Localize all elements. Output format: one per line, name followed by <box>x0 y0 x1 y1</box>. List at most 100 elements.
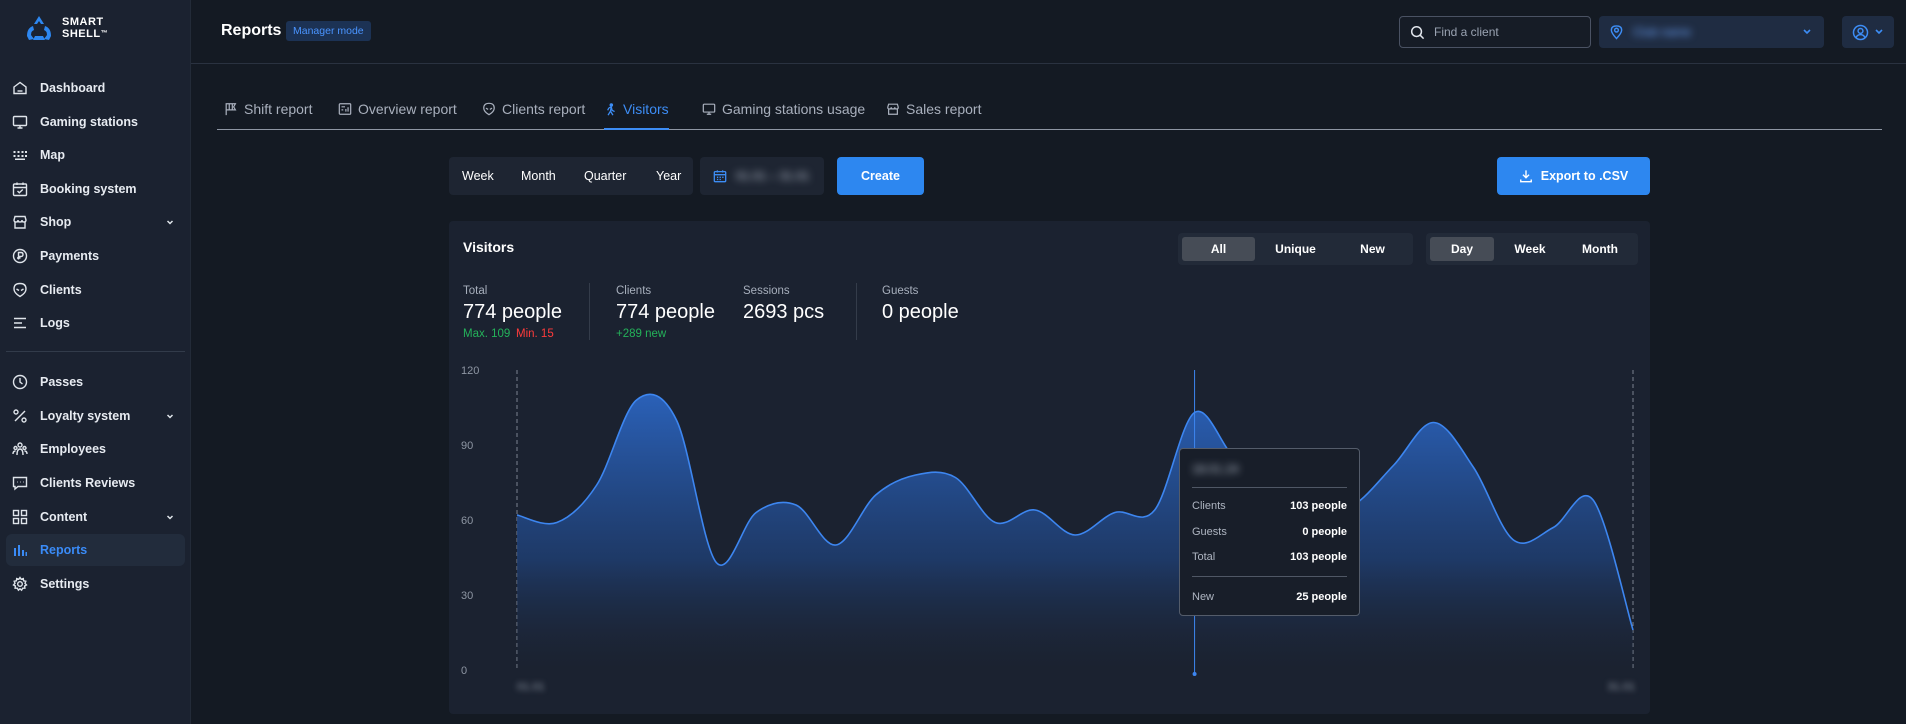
data-point[interactable] <box>1630 627 1636 633</box>
period-week-button[interactable]: Week <box>462 157 494 195</box>
tooltip-divider <box>1192 576 1347 577</box>
tooltip-row-value: 25 people <box>1296 591 1347 603</box>
tab-sales-report[interactable]: Sales report <box>886 92 981 129</box>
data-point[interactable] <box>873 492 879 498</box>
data-point[interactable] <box>1152 507 1158 513</box>
brand-tm: ™ <box>100 30 109 37</box>
calendar-check-icon <box>12 182 28 196</box>
sidebar-item-logs[interactable]: Logs <box>6 307 185 339</box>
data-point[interactable] <box>594 482 600 488</box>
data-point[interactable] <box>1510 537 1516 543</box>
data-point[interactable] <box>554 520 560 526</box>
period-quarter-button[interactable]: Quarter <box>584 157 626 195</box>
sidebar-item-label: Clients Reviews <box>40 475 136 490</box>
data-point[interactable] <box>1072 532 1078 538</box>
period-selector: Week Month Quarter Year <box>449 157 693 195</box>
data-point[interactable] <box>793 502 799 508</box>
data-point[interactable] <box>1192 410 1198 416</box>
chevron-down-icon <box>166 220 174 225</box>
sidebar-item-label: Content <box>40 509 88 524</box>
data-point[interactable] <box>634 397 640 403</box>
club-selector[interactable]: Club name <box>1599 16 1824 48</box>
gear-icon <box>12 575 28 592</box>
sidebar-item-clients[interactable]: Clients <box>6 274 185 306</box>
store-icon <box>13 216 27 230</box>
period-month-button[interactable]: Month <box>521 157 556 195</box>
report-icon <box>338 103 352 115</box>
tooltip-row-total: Total 103 people <box>1192 551 1347 563</box>
walking-person-icon <box>607 103 615 116</box>
y-tick-label: 0 <box>461 665 467 677</box>
data-point[interactable] <box>514 512 520 518</box>
sidebar-item-label: Logs <box>40 316 70 331</box>
data-point[interactable] <box>673 417 679 423</box>
sidebar-item-dashboard[interactable]: Dashboard <box>6 72 185 104</box>
tab-overview-report[interactable]: Overview report <box>338 92 457 129</box>
sidebar-item-gaming-stations[interactable]: Gaming stations <box>6 106 185 138</box>
chevron-down-icon <box>166 414 174 419</box>
sidebar-item-label: Passes <box>40 375 84 390</box>
tab-clients-report[interactable]: Clients report <box>482 92 585 129</box>
tab-shift-report[interactable]: Shift report <box>224 92 312 129</box>
search-input[interactable] <box>1434 17 1584 47</box>
data-point[interactable] <box>1590 497 1596 503</box>
data-point[interactable] <box>1391 462 1397 468</box>
sidebar-item-employees[interactable]: Employees <box>6 433 185 465</box>
sidebar-item-label: Shop <box>40 215 72 230</box>
logo[interactable]: SMART SHELL™ <box>24 14 108 42</box>
data-point[interactable] <box>952 475 958 481</box>
sidebar-nav: Dashboard Gaming stations Map Booking sy… <box>0 72 191 601</box>
monitor-icon <box>12 115 28 129</box>
data-point[interactable] <box>1471 465 1477 471</box>
data-point[interactable] <box>713 560 719 566</box>
client-search[interactable] <box>1399 16 1591 48</box>
data-point[interactable] <box>1431 420 1437 426</box>
data-point[interactable] <box>913 472 919 478</box>
tab-label: Sales report <box>906 101 982 117</box>
sidebar-item-booking-system[interactable]: Booking system <box>6 173 185 205</box>
search-icon <box>1410 25 1425 40</box>
sidebar-item-passes[interactable]: Passes <box>6 366 185 398</box>
sidebar-item-payments[interactable]: Payments <box>6 240 185 272</box>
brand-line-1: SMART <box>62 16 104 28</box>
tab-gaming-stations-usage[interactable]: Gaming stations usage <box>702 92 865 129</box>
data-point[interactable] <box>992 520 998 526</box>
y-tick-label: 120 <box>461 365 479 377</box>
period-year-button[interactable]: Year <box>656 157 681 195</box>
tab-visitors[interactable]: Visitors <box>604 92 669 130</box>
coin-icon <box>12 248 28 264</box>
data-point[interactable] <box>1550 525 1556 531</box>
sidebar-item-clients-reviews[interactable]: Clients Reviews <box>6 467 185 499</box>
app-root: SMART SHELL™ Dashboard Gaming stations M… <box>0 0 1906 724</box>
sidebar-item-loyalty-system[interactable]: Loyalty system <box>6 400 185 432</box>
sidebar-item-reports[interactable]: Reports <box>6 534 185 567</box>
data-point[interactable] <box>833 542 839 548</box>
create-button[interactable]: Create <box>837 157 924 195</box>
sidebar-item-content[interactable]: Content <box>6 501 185 533</box>
sidebar-item-shop[interactable]: Shop <box>6 206 185 238</box>
y-tick-label: 60 <box>461 515 473 527</box>
sidebar-item-settings[interactable]: Settings <box>6 568 185 600</box>
profile-menu[interactable] <box>1842 16 1894 48</box>
tooltip-divider <box>1192 487 1347 488</box>
export-csv-button[interactable]: Export to .CSV <box>1497 157 1650 195</box>
tooltip-row-clients: Clients 103 people <box>1192 500 1347 512</box>
alien-head-icon <box>13 282 27 297</box>
tab-label: Overview report <box>358 101 457 117</box>
date-range-picker[interactable]: 01.01 – 31.01 <box>700 157 824 195</box>
tooltip-row-label: Clients <box>1192 500 1226 512</box>
tooltip-row-label: Guests <box>1192 526 1227 538</box>
page-title: Reports <box>221 22 282 39</box>
chevron-down-icon <box>1875 29 1883 35</box>
data-point[interactable] <box>1032 507 1038 513</box>
manager-mode-badge: Manager mode <box>286 21 371 41</box>
download-icon <box>1519 170 1532 183</box>
tooltip-row-value: 103 people <box>1290 551 1347 563</box>
sidebar: SMART SHELL™ Dashboard Gaming stations M… <box>0 0 191 724</box>
data-point[interactable] <box>1112 510 1118 516</box>
chevron-down-icon <box>166 515 174 520</box>
monitor-icon <box>702 103 716 115</box>
sidebar-item-map[interactable]: Map <box>6 139 185 171</box>
sidebar-item-label: Gaming stations <box>40 114 138 129</box>
data-point[interactable] <box>753 510 759 516</box>
